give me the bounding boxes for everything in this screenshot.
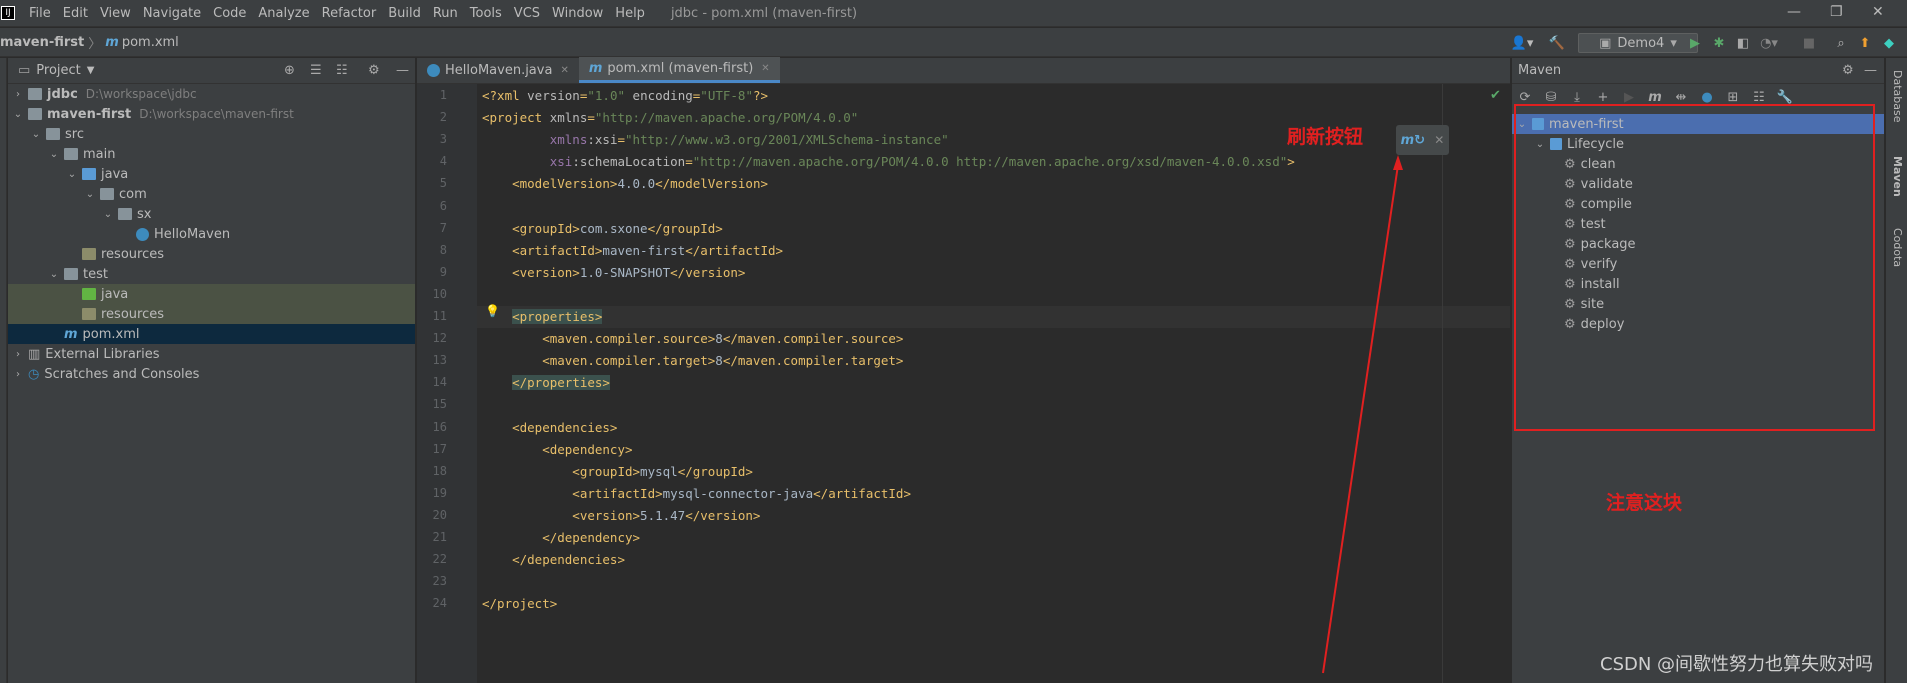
- watermark: CSDN @间歇性努力也算失败对吗: [1600, 654, 1874, 675]
- arrow-annotation: [1322, 155, 1403, 674]
